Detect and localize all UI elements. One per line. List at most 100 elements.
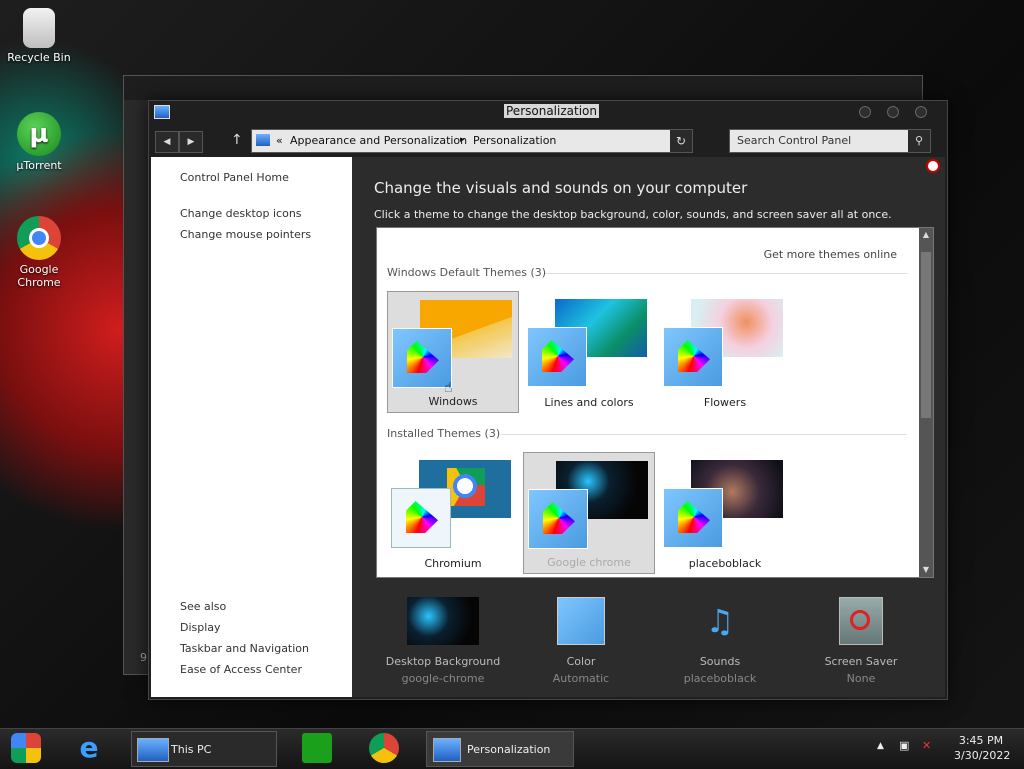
group-title: Installed Themes (3)	[387, 427, 501, 440]
item-value: None	[846, 672, 876, 685]
clock[interactable]: 3:45 PM 3/30/2022	[954, 734, 1011, 762]
start-button[interactable]	[11, 733, 41, 763]
themes-list[interactable]: Get more themes online Windows Default T…	[376, 227, 934, 578]
up-arrow-icon[interactable]: ↑	[231, 132, 243, 148]
themes-scrollbar[interactable]: ▲ ▼	[919, 228, 933, 577]
desktop-icon-label: Google Chrome	[17, 263, 61, 289]
taskbar-label: Personalization	[467, 743, 551, 756]
theme-label: Lines and colors	[544, 396, 634, 409]
change-desktop-icons-link[interactable]: Change desktop icons	[180, 207, 302, 220]
scroll-down-arrow-icon[interactable]: ▼	[919, 563, 933, 577]
see-also-heading: See also	[180, 600, 227, 613]
taskbar-label: This PC	[171, 743, 212, 756]
group-divider	[545, 273, 907, 274]
color-palette-icon	[392, 328, 452, 388]
left-navigation-pane: Control Panel Home Change desktop icons …	[151, 157, 352, 697]
control-panel-icon	[154, 105, 170, 119]
chrome-icon	[17, 216, 61, 260]
background-window-titlebar[interactable]	[124, 76, 922, 100]
store-icon[interactable]	[302, 733, 332, 763]
theme-flowers[interactable]: Flowers	[659, 291, 791, 413]
taskbar: e This PC Personalization ▲ ▣ ✕ 3:45 PM …	[0, 728, 1024, 769]
breadcrumb-prefix: «	[276, 134, 283, 147]
navigation-bar: ◀ ▶ ↑ « Appearance and Personalization ▸…	[149, 127, 947, 155]
change-mouse-pointers-link[interactable]: Change mouse pointers	[180, 228, 311, 241]
help-close-icon[interactable]	[926, 159, 940, 173]
page-heading: Change the visuals and sounds on your co…	[374, 179, 748, 197]
volume-muted-icon[interactable]: ✕	[922, 739, 931, 752]
item-value: placeboblack	[683, 672, 757, 685]
scroll-thumb[interactable]	[921, 252, 931, 418]
item-value: Automatic	[552, 672, 610, 685]
desktop-background-icon	[407, 597, 479, 645]
desktop-icon-utorrent[interactable]: µ µTorrent	[1, 112, 77, 172]
ease-of-access-link[interactable]: Ease of Access Center	[180, 663, 302, 676]
hand-cursor-icon: ☝	[444, 380, 453, 396]
theme-label: Flowers	[703, 396, 747, 409]
theme-lines-and-colors[interactable]: Lines and colors	[523, 291, 655, 413]
taskbar-this-pc[interactable]: This PC	[131, 731, 277, 767]
theme-windows[interactable]: ☝ Windows	[387, 291, 519, 413]
color-palette-icon	[663, 488, 723, 548]
breadcrumb-item[interactable]: Appearance and Personalization	[290, 134, 467, 147]
screen-saver-icon	[839, 597, 883, 645]
page-subtext: Click a theme to change the desktop back…	[374, 208, 892, 221]
theme-swatch	[391, 488, 451, 548]
sounds-icon: ♫	[705, 602, 735, 640]
item-value: google-chrome	[401, 672, 485, 685]
internet-explorer-icon[interactable]: e	[74, 733, 104, 763]
group-title: Windows Default Themes (3)	[387, 266, 547, 279]
item-label: Desktop Background	[385, 655, 501, 668]
title-bar[interactable]: Personalization	[149, 101, 947, 123]
maximize-button[interactable]	[887, 106, 899, 118]
desktop-icon-label: µTorrent	[16, 159, 62, 172]
item-label: Sounds	[699, 655, 741, 668]
item-label: Color	[566, 655, 596, 668]
address-bar[interactable]: « Appearance and Personalization ▸ Perso…	[251, 129, 693, 153]
clock-date: 3/30/2022	[954, 749, 1011, 762]
clock-time: 3:45 PM	[958, 734, 1004, 747]
search-icon[interactable]: ⚲	[908, 130, 930, 152]
show-hidden-icons-button[interactable]: ▲	[877, 741, 884, 751]
desktop-icon-label: Recycle Bin	[7, 51, 71, 64]
search-input[interactable]: Search Control Panel	[737, 134, 851, 147]
main-content: Change the visuals and sounds on your co…	[352, 157, 945, 697]
search-box[interactable]: Search Control Panel ⚲	[729, 129, 931, 153]
color-palette-icon	[527, 327, 587, 387]
forward-button[interactable]: ▶	[179, 131, 203, 153]
theme-label: placeboblack	[688, 557, 762, 570]
back-button[interactable]: ◀	[155, 131, 179, 153]
control-panel-home-link[interactable]: Control Panel Home	[180, 171, 289, 184]
display-link[interactable]: Display	[180, 621, 221, 634]
chrome-icon[interactable]	[369, 733, 399, 763]
refresh-icon[interactable]: ↻	[670, 130, 692, 152]
theme-label: Chromium	[424, 557, 482, 570]
window-title: Personalization	[504, 104, 599, 118]
close-button[interactable]	[915, 106, 927, 118]
utorrent-icon: µ	[17, 112, 61, 156]
group-divider	[501, 434, 907, 435]
breadcrumb-item[interactable]: Personalization	[473, 134, 556, 147]
desktop-background-button[interactable]: Desktop Background google-chrome	[378, 597, 508, 685]
taskbar-personalization[interactable]: Personalization	[426, 731, 574, 767]
color-button[interactable]: Color Automatic	[516, 597, 646, 685]
theme-chromium[interactable]: Chromium	[387, 452, 519, 574]
sounds-button[interactable]: ♫ Sounds placeboblack	[655, 597, 785, 685]
taskbar-navigation-link[interactable]: Taskbar and Navigation	[180, 642, 309, 655]
desktop-icon-recycle-bin[interactable]: Recycle Bin	[1, 8, 77, 64]
recycle-bin-icon	[23, 8, 55, 48]
scroll-up-arrow-icon[interactable]: ▲	[919, 228, 933, 242]
personalization-window[interactable]: Personalization ◀ ▶ ↑ « Appearance and P…	[148, 100, 948, 700]
network-icon[interactable]: ▣	[899, 739, 909, 752]
minimize-button[interactable]	[859, 106, 871, 118]
get-more-themes-link[interactable]: Get more themes online	[764, 248, 897, 261]
color-palette-icon	[663, 327, 723, 387]
color-palette-icon	[557, 597, 605, 645]
breadcrumb-separator: ▸	[460, 135, 465, 145]
screen-saver-button[interactable]: Screen Saver None	[796, 597, 926, 685]
this-pc-icon	[137, 738, 169, 762]
desktop-icon-google-chrome[interactable]: Google Chrome	[1, 216, 77, 289]
theme-google-chrome[interactable]: Google chrome	[523, 452, 655, 574]
theme-placeboblack[interactable]: placeboblack	[659, 452, 791, 574]
color-palette-icon	[528, 489, 588, 549]
